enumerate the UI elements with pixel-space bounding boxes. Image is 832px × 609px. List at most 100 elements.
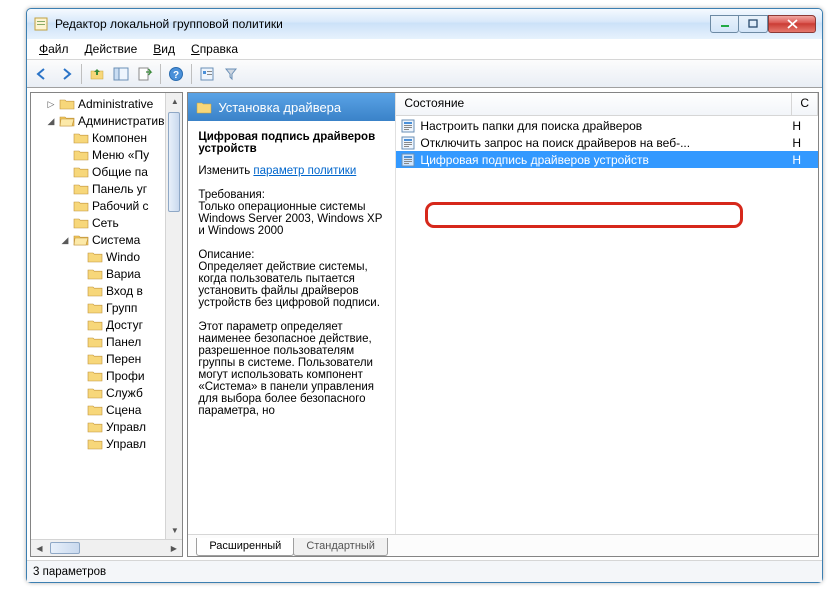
menu-view[interactable]: Вид	[145, 40, 183, 58]
tree-item[interactable]: ◢ Административ	[31, 112, 182, 129]
folder-icon	[87, 437, 103, 450]
folder-icon	[59, 97, 75, 110]
setting-state: Н	[792, 136, 801, 150]
tree-item[interactable]: Перен	[31, 350, 182, 367]
expand-placeholder	[73, 302, 85, 314]
expand-placeholder	[73, 319, 85, 331]
list-rows[interactable]: Настроить папки для поиска драйверовН От…	[396, 116, 818, 169]
tree-list[interactable]: ▷ Administrative◢ Административ Компонен…	[31, 93, 182, 454]
folder-icon	[196, 101, 212, 114]
expand-placeholder	[73, 285, 85, 297]
tree-item-label: Профи	[106, 368, 145, 384]
toolbar-separator	[160, 64, 161, 84]
column-header-state-short[interactable]: С	[792, 93, 818, 115]
back-button[interactable]	[31, 63, 53, 85]
collapse-icon[interactable]: ◢	[59, 234, 71, 246]
list-row[interactable]: Настроить папки для поиска драйверовН	[396, 117, 818, 134]
menu-file[interactable]: Файл	[31, 40, 77, 58]
list-row[interactable]: Отключить запрос на поиск драйверов на в…	[396, 134, 818, 151]
menu-action[interactable]: Действие	[77, 40, 146, 58]
list-header[interactable]: Состояние С	[396, 93, 818, 116]
tab-extended[interactable]: Расширенный	[196, 538, 294, 556]
tree-item[interactable]: Панел	[31, 333, 182, 350]
forward-button[interactable]	[55, 63, 77, 85]
tree-item[interactable]: Служб	[31, 384, 182, 401]
collapse-icon[interactable]: ◢	[45, 115, 57, 127]
help-button[interactable]: ?	[165, 63, 187, 85]
setting-icon	[400, 135, 416, 151]
folder-icon	[87, 267, 103, 280]
tree-item-label: Administrative	[78, 96, 153, 112]
requirements-text: Только операционные системы Windows Serv…	[198, 201, 385, 237]
folder-icon	[87, 403, 103, 416]
tree-item[interactable]: Рабочий с	[31, 197, 182, 214]
setting-label: Отключить запрос на поиск драйверов на в…	[420, 136, 784, 150]
tree-item[interactable]: Профи	[31, 367, 182, 384]
folder-icon	[87, 386, 103, 399]
tree-item[interactable]: ◢ Система	[31, 231, 182, 248]
expand-placeholder	[59, 183, 71, 195]
expand-placeholder	[73, 387, 85, 399]
tree-item[interactable]: Управл	[31, 435, 182, 452]
column-header-state[interactable]: Состояние	[396, 93, 792, 115]
tree-item[interactable]: Общие па	[31, 163, 182, 180]
tree-item-label: Сцена	[106, 402, 141, 418]
tree-item[interactable]: ▷ Administrative	[31, 95, 182, 112]
export-list-button[interactable]	[134, 63, 156, 85]
tree-item-label: Административ	[78, 113, 164, 129]
tree-item[interactable]: Панель уг	[31, 180, 182, 197]
tree-item-label: Достуг	[106, 317, 143, 333]
up-folder-button[interactable]	[86, 63, 108, 85]
menubar: Файл Действие Вид Справка	[27, 39, 822, 60]
tree-item[interactable]: Меню «Пу	[31, 146, 182, 163]
status-text: 3 параметров	[33, 566, 106, 578]
tree-item[interactable]: Групп	[31, 299, 182, 316]
tree-item[interactable]: Сеть	[31, 214, 182, 231]
titlebar[interactable]: Редактор локальной групповой политики	[27, 9, 822, 39]
show-tree-button[interactable]	[110, 63, 132, 85]
filter-button[interactable]	[220, 63, 242, 85]
expand-placeholder	[59, 149, 71, 161]
tree-item[interactable]: Управл	[31, 418, 182, 435]
tree-item-label: Управл	[106, 419, 146, 435]
expand-icon[interactable]: ▷	[45, 98, 57, 110]
expand-placeholder	[73, 404, 85, 416]
folder-icon	[87, 335, 103, 348]
tab-standard[interactable]: Стандартный	[293, 538, 388, 556]
list-row[interactable]: Цифровая подпись драйверов устройствН	[396, 151, 818, 168]
tabs: Расширенный Стандартный	[188, 534, 818, 556]
maximize-button[interactable]	[739, 15, 768, 33]
properties-button[interactable]	[196, 63, 218, 85]
tree-item[interactable]: Компонен	[31, 129, 182, 146]
tree-vscrollbar[interactable]: ▲ ▼	[165, 93, 182, 539]
toolbar: ?	[27, 60, 822, 88]
setting-icon	[400, 152, 416, 168]
selected-policy-title: Цифровая подпись драйверов устройств	[198, 131, 385, 155]
minimize-button[interactable]	[710, 15, 739, 33]
folder-icon	[73, 182, 89, 195]
gpedit-window: Редактор локальной групповой политики Фа…	[26, 8, 823, 583]
tree-item-label: Система	[92, 232, 140, 248]
tree-pane: ▷ Administrative◢ Административ Компонен…	[30, 92, 183, 557]
tree-item-label: Вход в	[106, 283, 143, 299]
setting-state: Н	[792, 119, 801, 133]
tree-item[interactable]: Вход в	[31, 282, 182, 299]
tree-item[interactable]: Сцена	[31, 401, 182, 418]
tree-item[interactable]: Windo	[31, 248, 182, 265]
folder-icon	[73, 216, 89, 229]
tree-item[interactable]: Достуг	[31, 316, 182, 333]
tree-hscrollbar[interactable]: ◀ ▶	[31, 539, 182, 556]
edit-policy-link[interactable]: параметр политики	[253, 165, 356, 177]
folder-icon	[59, 114, 75, 127]
settings-list-pane: Состояние С Настроить папки для поиска д…	[396, 93, 818, 534]
close-button[interactable]	[768, 15, 816, 33]
tree-item-label: Служб	[106, 385, 143, 401]
tree-item[interactable]: Вариа	[31, 265, 182, 282]
toolbar-separator	[81, 64, 82, 84]
menu-help[interactable]: Справка	[183, 40, 246, 58]
description-label: Описание:	[198, 249, 385, 261]
toolbar-separator	[191, 64, 192, 84]
folder-icon	[73, 148, 89, 161]
tree-item-label: Компонен	[92, 130, 147, 146]
content-pane: Установка драйвера Цифровая подпись драй…	[187, 92, 819, 557]
